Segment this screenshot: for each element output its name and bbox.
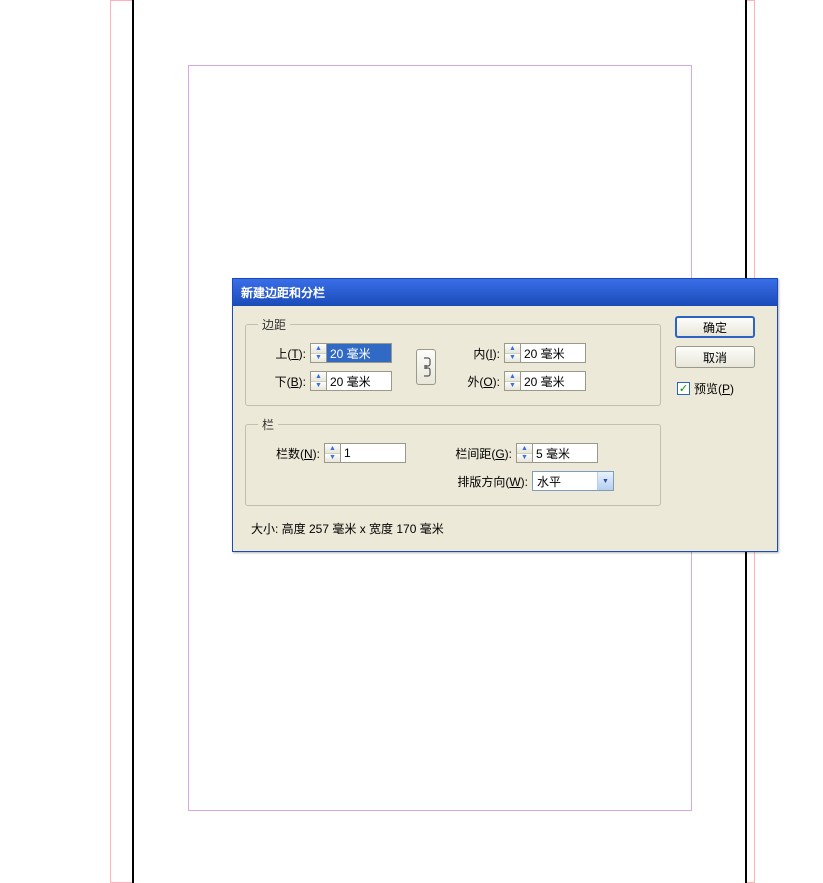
ok-button[interactable]: 确定 <box>675 316 755 338</box>
preview-row[interactable]: ✓ 预览(P) <box>677 380 765 397</box>
top-input[interactable] <box>326 343 392 363</box>
inside-spinner[interactable]: ▲ ▼ <box>504 343 586 363</box>
count-label: 栏数(N): <box>258 445 320 462</box>
bottom-spin-up[interactable]: ▲ <box>311 372 326 381</box>
link-margins-button[interactable] <box>416 349 436 385</box>
check-icon: ✓ <box>679 382 688 395</box>
chevron-down-icon: ▼ <box>597 472 613 490</box>
inside-input[interactable] <box>520 343 586 363</box>
inside-spin-up[interactable]: ▲ <box>505 344 520 353</box>
columns-group: 栏 栏数(N): ▲ ▼ 栏间距 <box>245 416 661 506</box>
preview-label: 预览(P) <box>694 380 734 397</box>
gutter-label: 栏间距(G): <box>450 445 512 462</box>
cancel-button[interactable]: 取消 <box>675 346 755 368</box>
ok-label: 确定 <box>703 319 727 336</box>
dialog-body: 边距 上(T): ▲ ▼ <box>233 306 777 551</box>
inside-spin-down[interactable]: ▼ <box>505 353 520 363</box>
new-margins-columns-dialog: 新建边距和分栏 边距 上(T): ▲ ▼ <box>232 278 778 552</box>
gutter-input[interactable] <box>532 443 598 463</box>
top-label: 上(T): <box>258 345 306 362</box>
link-icon <box>421 356 431 378</box>
margins-legend: 边距 <box>258 316 290 333</box>
gutter-spin-up[interactable]: ▲ <box>517 444 532 453</box>
outside-label: 外(O): <box>452 373 500 390</box>
cancel-label: 取消 <box>703 349 727 366</box>
count-spin-up[interactable]: ▲ <box>325 444 340 453</box>
top-spin-down[interactable]: ▼ <box>311 353 326 363</box>
outside-spinner[interactable]: ▲ ▼ <box>504 371 586 391</box>
bottom-label: 下(B): <box>258 373 306 390</box>
margins-group: 边距 上(T): ▲ ▼ <box>245 316 661 406</box>
dialog-title: 新建边距和分栏 <box>241 286 325 300</box>
dialog-right-column: 确定 取消 ✓ 预览(P) <box>675 316 765 541</box>
document-canvas: 新建边距和分栏 边距 上(T): ▲ ▼ <box>0 0 823 883</box>
dialog-left-column: 边距 上(T): ▲ ▼ <box>245 316 661 541</box>
count-input[interactable] <box>340 443 406 463</box>
dialog-titlebar[interactable]: 新建边距和分栏 <box>233 279 777 306</box>
inside-label: 内(I): <box>452 345 500 362</box>
direction-label: 排版方向(W): <box>452 473 528 490</box>
size-footer: 大小: 高度 257 毫米 x 宽度 170 毫米 <box>245 516 661 541</box>
direction-value: 水平 <box>537 473 561 490</box>
top-spin-up[interactable]: ▲ <box>311 344 326 353</box>
count-spin-down[interactable]: ▼ <box>325 453 340 463</box>
bottom-spinner[interactable]: ▲ ▼ <box>310 371 392 391</box>
bottom-input[interactable] <box>326 371 392 391</box>
direction-combo[interactable]: 水平 ▼ <box>532 471 614 491</box>
outside-spin-up[interactable]: ▲ <box>505 372 520 381</box>
outside-input[interactable] <box>520 371 586 391</box>
gutter-spinner[interactable]: ▲ ▼ <box>516 443 598 463</box>
top-spinner[interactable]: ▲ ▼ <box>310 343 392 363</box>
columns-legend: 栏 <box>258 416 278 433</box>
preview-checkbox[interactable]: ✓ <box>677 382 690 395</box>
outside-spin-down[interactable]: ▼ <box>505 381 520 391</box>
bottom-spin-down[interactable]: ▼ <box>311 381 326 391</box>
count-spinner[interactable]: ▲ ▼ <box>324 443 406 463</box>
gutter-spin-down[interactable]: ▼ <box>517 453 532 463</box>
